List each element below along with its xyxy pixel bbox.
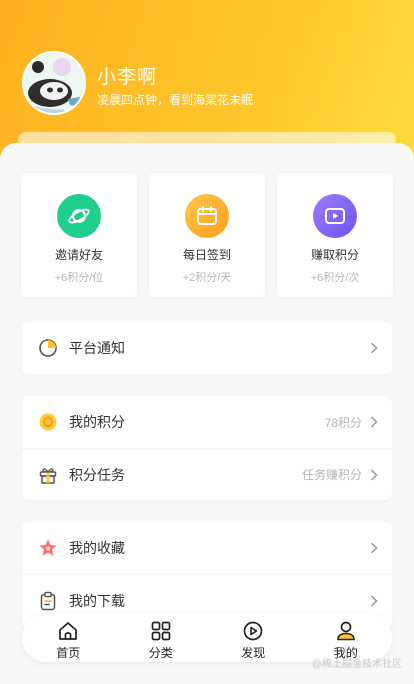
daily-checkin-reward: +2积分/天 [182,272,232,284]
menu-item-notice[interactable]: 平台通知 [22,322,392,374]
signature: 凌晨四点钟，看到海棠花未眠 [97,93,254,107]
grid-icon [151,621,171,641]
menu-label-downloads: 我的下载 [69,592,125,609]
chevron-right-icon [370,416,378,428]
user-icon [336,621,355,641]
gift-icon [38,465,58,485]
planet-icon [57,194,101,238]
invite-friends-reward: +6积分/位 [54,272,104,284]
points-balance: 78积分 [324,415,362,430]
chevron-right-icon [370,342,378,354]
earn-points-title: 赚取积分 [310,248,359,262]
notice-card: 平台通知 [22,322,392,374]
daily-checkin-card[interactable]: 每日签到 +2积分/天 [149,173,265,297]
coin-icon [38,412,58,432]
pie-chart-icon [38,338,58,358]
menu-item-favorites[interactable]: 我的收藏 [22,522,392,574]
tab-category[interactable]: 分类 [115,614,208,662]
tab-label-category: 分类 [148,646,173,660]
clipboard-icon [38,591,58,611]
invite-friends-title: 邀请好友 [54,248,103,262]
earn-points-card[interactable]: 赚取积分 +6积分/次 [277,173,393,297]
menu-label-favorites: 我的收藏 [69,540,125,556]
tab-home[interactable]: 首页 [22,614,115,662]
star-icon [38,538,58,558]
tasks-hint: 任务赚积分 [301,468,362,482]
chevron-right-icon [370,594,378,607]
menu-label-points: 我的积分 [69,414,125,430]
tab-label-discover: 发现 [241,646,266,660]
earn-points-reward: +6积分/次 [310,272,360,284]
menu-label-notice: 平台通知 [69,340,125,356]
menu-item-tasks[interactable]: 积分任务 任务赚积分 [22,448,392,500]
watermark: @稀土掘金技术社区 [311,659,402,670]
daily-checkin-title: 每日签到 [182,248,231,262]
chevron-right-icon [370,542,378,554]
menu-label-tasks: 积分任务 [69,466,125,483]
collection-card: 我的收藏 我的下载 [22,522,392,628]
invite-friends-card[interactable]: 邀请好友 +6积分/位 [21,173,137,297]
home-icon [59,622,78,640]
panda-avatar-image [24,53,84,113]
calendar-icon [185,194,229,238]
tab-discover[interactable]: 发现 [207,614,300,662]
avatar[interactable] [22,51,86,115]
video-play-icon [313,194,357,238]
points-card: 我的积分 78积分 积分任务 任务赚积分 [22,396,392,500]
chevron-right-icon [370,468,378,481]
menu-item-points[interactable]: 我的积分 78积分 [22,396,392,448]
nickname: 小李啊 [97,67,158,88]
discover-play-icon [243,621,263,641]
tab-label-home: 首页 [56,646,81,660]
